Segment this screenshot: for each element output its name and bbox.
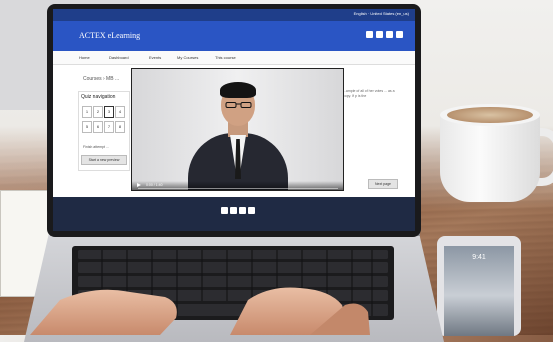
typing-hands	[30, 287, 370, 335]
